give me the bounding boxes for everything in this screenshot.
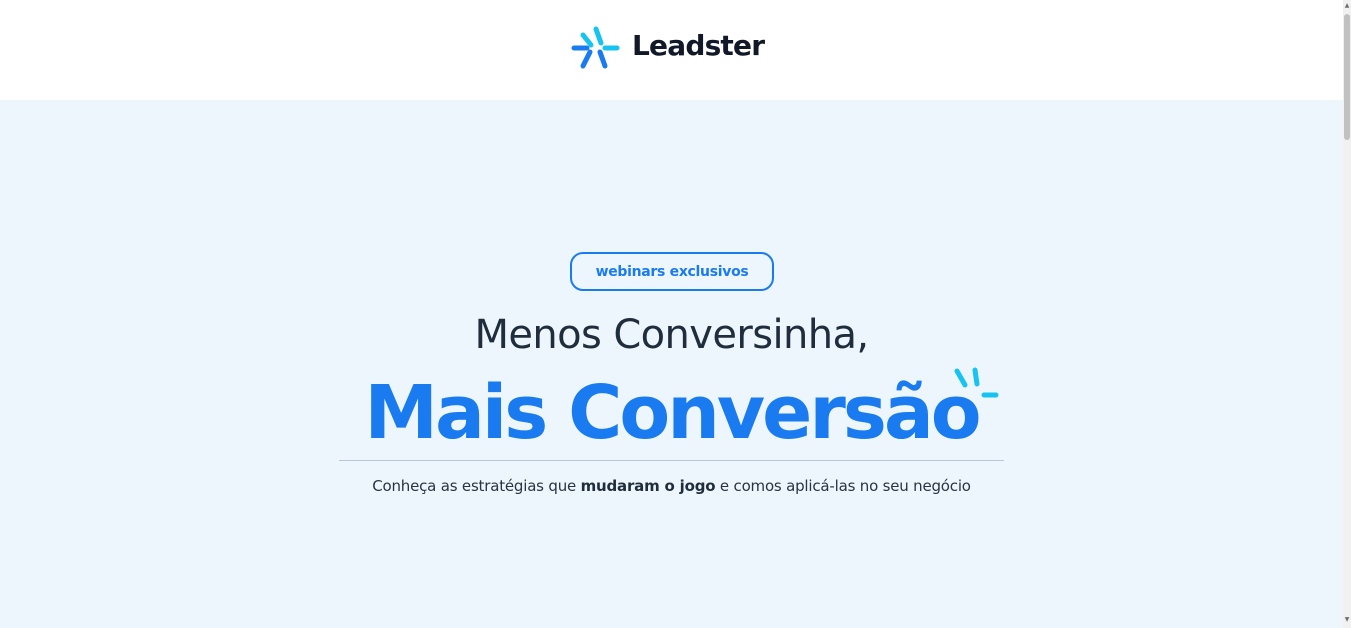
hero-title-line1-text: Menos Conversinha, (474, 312, 869, 358)
hero-title-line2-wrap: Mais Conversão (339, 365, 1004, 460)
subtitle-text-after: e comos aplicá-las no seu negócio (715, 477, 971, 495)
page: Leadster webinars exclusivos Menos Conve… (0, 0, 1351, 628)
subtitle-text-before: Conheça as estratégias que (372, 477, 581, 495)
page-scrollbar[interactable]: ▲ ▼ (1343, 0, 1351, 628)
hero-divider (339, 460, 1004, 461)
scroll-down-arrow-icon[interactable]: ▼ (1344, 616, 1350, 624)
viewport: Leadster webinars exclusivos Menos Conve… (0, 0, 1343, 628)
hero-title-line1: Menos Conversinha, (0, 307, 1343, 363)
hero-section: webinars exclusivos Menos Conversinha, M… (0, 100, 1343, 628)
hero-subtitle: Conheça as estratégias que mudaram o jog… (0, 477, 1343, 495)
hero-title-line2: Mais Conversão (364, 370, 981, 456)
leadster-logo-link[interactable]: Leadster (570, 24, 765, 72)
leadster-spark-icon (571, 26, 620, 69)
subtitle-text-bold: mudaram o jogo (580, 477, 716, 495)
scrollbar-thumb[interactable] (1344, 14, 1350, 140)
webinars-badge: webinars exclusivos (570, 252, 774, 291)
logo-text: Leadster (632, 28, 765, 62)
scroll-up-arrow-icon[interactable]: ▲ (1344, 2, 1350, 10)
site-header: Leadster (0, 0, 1343, 100)
title-spark-icon (954, 367, 999, 398)
